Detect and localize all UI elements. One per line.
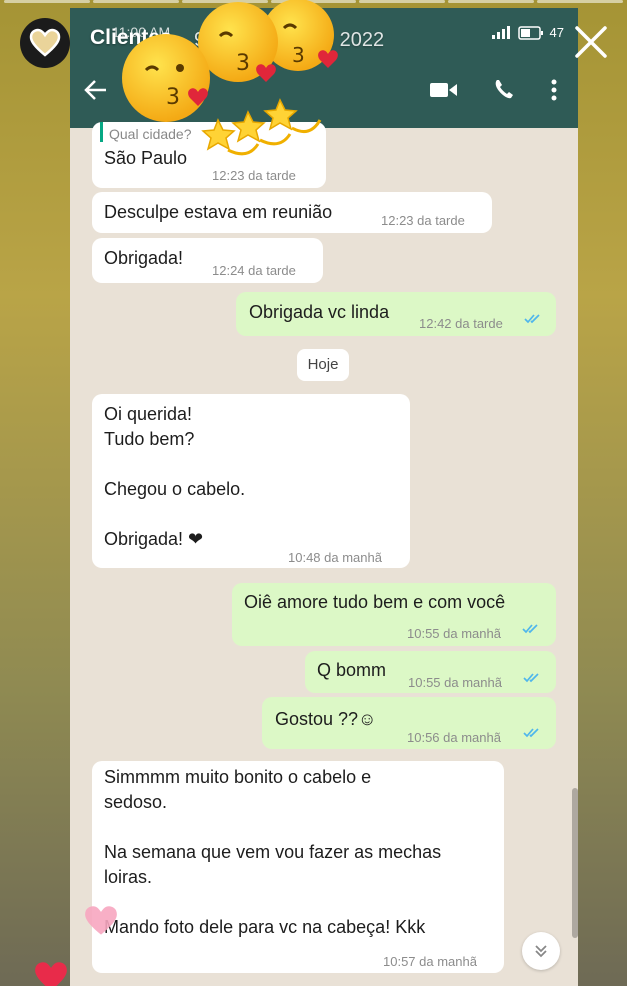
progress-segment bbox=[4, 0, 90, 3]
close-icon[interactable] bbox=[571, 22, 611, 62]
message-text: Oiê amore tudo bem e com você bbox=[244, 592, 506, 612]
read-receipt-icon bbox=[523, 673, 539, 683]
read-receipt-icon bbox=[523, 728, 539, 738]
progress-segment bbox=[448, 0, 535, 3]
phone-call-icon[interactable] bbox=[492, 78, 516, 102]
double-chevron-down-icon bbox=[535, 945, 547, 958]
message-incoming: Simmmm muito bonito o cabelo e sedoso. N… bbox=[92, 761, 504, 973]
message-incoming: Oi querida! Tudo bem? Chegou o cabelo. O… bbox=[92, 394, 410, 568]
kissing-face-sticker: 3 3 3 bbox=[122, 0, 338, 156]
message-text: Gostou ??☺ bbox=[275, 709, 377, 729]
scrollbar[interactable] bbox=[572, 788, 578, 938]
message-outgoing: Q bomm 10:55 da manhã bbox=[305, 651, 556, 693]
message-time: 12:23 da tarde bbox=[381, 213, 465, 228]
message-text: Oi querida! Tudo bem? Chegou o cabelo. O… bbox=[104, 404, 246, 549]
message-time: 10:55 da manhã bbox=[408, 675, 502, 690]
heart-icon bbox=[29, 28, 61, 57]
svg-text:3: 3 bbox=[166, 85, 180, 110]
read-receipt-icon bbox=[524, 314, 540, 324]
message-text: Simmmm muito bonito o cabelo e sedoso. N… bbox=[104, 767, 442, 937]
message-time: 10:55 da manhã bbox=[407, 626, 501, 641]
message-outgoing: Gostou ??☺ 10:56 da manhã bbox=[262, 697, 556, 749]
message-outgoing: Oiê amore tudo bem e com você 10:55 da m… bbox=[232, 583, 556, 646]
message-time: 12:24 da tarde bbox=[212, 263, 296, 278]
heart-reaction-icon[interactable] bbox=[32, 960, 70, 986]
date-divider: Hoje bbox=[297, 349, 349, 381]
back-arrow-icon[interactable] bbox=[82, 78, 108, 102]
message-time: 12:42 da tarde bbox=[419, 316, 503, 331]
chat-area: Qual cidade? São Paulo 12:23 da tarde De… bbox=[70, 122, 578, 986]
heart-sticker-icon bbox=[85, 906, 117, 935]
message-text: Desculpe estava em reunião bbox=[104, 202, 333, 222]
message-outgoing: Obrigada vc linda 12:42 da tarde bbox=[236, 292, 556, 336]
message-time: 10:48 da manhã bbox=[288, 550, 382, 565]
read-receipt-icon bbox=[522, 624, 538, 634]
video-call-icon[interactable] bbox=[430, 81, 458, 99]
avatar[interactable] bbox=[20, 18, 70, 68]
svg-text:3: 3 bbox=[236, 51, 250, 76]
message-text: Obrigada vc linda bbox=[249, 302, 390, 322]
message-text: Obrigada! bbox=[104, 248, 184, 268]
message-time: 10:57 da manhã bbox=[383, 954, 477, 969]
message-time: 10:56 da manhã bbox=[407, 730, 501, 745]
chat-actions bbox=[430, 78, 558, 102]
message-incoming: Desculpe estava em reunião 12:23 da tard… bbox=[92, 192, 492, 233]
scroll-to-bottom-button[interactable] bbox=[522, 932, 560, 970]
more-options-icon[interactable] bbox=[550, 78, 558, 102]
progress-segment bbox=[537, 0, 624, 3]
message-text: Q bomm bbox=[317, 660, 387, 680]
message-incoming: Obrigada! 12:24 da tarde bbox=[92, 238, 323, 283]
progress-segment bbox=[359, 0, 446, 3]
svg-text:3: 3 bbox=[292, 43, 305, 67]
